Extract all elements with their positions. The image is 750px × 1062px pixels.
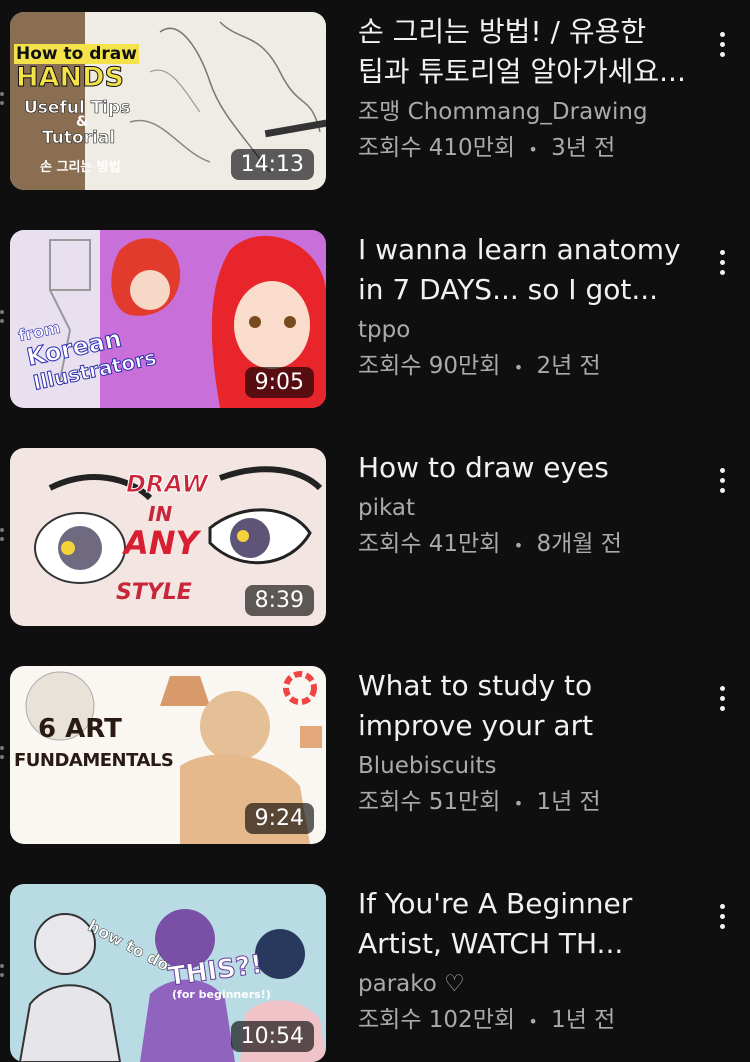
view-count: 조회수 41만회 <box>358 531 501 557</box>
video-stats: 조회수 51만회 • 1년 전 <box>358 784 698 822</box>
video-stats: 조회수 41만회 • 8개월 전 <box>358 526 698 564</box>
drag-handle-icon[interactable] <box>0 92 4 110</box>
upload-age: 3년 전 <box>551 135 616 161</box>
view-count: 조회수 410만회 <box>358 135 516 161</box>
drag-handle-icon[interactable] <box>0 746 4 764</box>
channel-name[interactable]: pikat <box>358 490 698 526</box>
thumbnail-text-5: Tutorial <box>42 128 116 149</box>
video-item[interactable]: 6 ART FUNDAMENTALS 9:24 What to study to… <box>0 666 750 846</box>
thumbnail-text-3: (for beginners!) <box>172 988 271 1001</box>
video-thumbnail[interactable]: from Korean Illustrators 9:05 <box>10 230 326 408</box>
video-duration: 10:54 <box>230 1021 314 1052</box>
thumbnail-text-2: FUNDAMENTALS <box>14 750 174 771</box>
video-thumbnail[interactable]: How to draw HANDS Useful Tips & Tutorial… <box>10 12 326 190</box>
video-title[interactable]: What to study to improve your art <box>358 666 698 746</box>
more-options-icon[interactable] <box>710 460 734 500</box>
more-options-icon[interactable] <box>710 678 734 718</box>
separator-dot: • <box>513 536 524 555</box>
channel-name[interactable]: 조맹 Chommang_Drawing <box>358 94 698 130</box>
drag-handle-icon[interactable] <box>0 528 4 546</box>
upload-age: 1년 전 <box>551 1007 616 1033</box>
thumbnail-text-4: STYLE <box>116 580 192 605</box>
video-duration: 9:24 <box>244 803 314 834</box>
video-meta: How to draw eyes pikat 조회수 41만회 • 8개월 전 <box>358 448 698 564</box>
thumbnail-text-2: IN <box>148 502 173 526</box>
view-count: 조회수 90만회 <box>358 353 501 379</box>
thumbnail-text-3: ANY <box>124 524 199 562</box>
video-item[interactable]: from Korean Illustrators 9:05 I wanna le… <box>0 230 750 410</box>
video-meta: I wanna learn anatomy in 7 DAYS... so I … <box>358 230 698 386</box>
separator-dot: • <box>513 794 524 813</box>
video-duration: 9:05 <box>244 367 314 398</box>
more-options-icon[interactable] <box>710 896 734 936</box>
video-duration: 8:39 <box>244 585 314 616</box>
channel-name[interactable]: tppo <box>358 312 698 348</box>
thumbnail-text-6: 손 그리는 방법 <box>40 160 121 175</box>
thumbnail-text-1: How to draw <box>14 44 139 64</box>
video-item[interactable]: How to draw HANDS Useful Tips & Tutorial… <box>0 12 750 192</box>
drag-handle-icon[interactable] <box>0 964 4 982</box>
drag-handle-icon[interactable] <box>0 310 4 328</box>
video-stats: 조회수 410만회 • 3년 전 <box>358 130 698 168</box>
upload-age: 8개월 전 <box>536 531 622 557</box>
more-options-icon[interactable] <box>710 242 734 282</box>
video-meta: What to study to improve your art Bluebi… <box>358 666 698 822</box>
channel-name[interactable]: parako ♡ <box>358 966 698 1002</box>
video-title[interactable]: If You're A Beginner Artist, WATCH TH... <box>358 884 698 964</box>
thumbnail-text-1: DRAW <box>125 470 209 499</box>
channel-name[interactable]: Bluebiscuits <box>358 748 698 784</box>
thumbnail-text-1: 6 ART <box>38 714 122 744</box>
upload-age: 2년 전 <box>536 353 601 379</box>
video-title[interactable]: How to draw eyes <box>358 448 698 488</box>
separator-dot: • <box>513 358 524 377</box>
video-thumbnail[interactable]: 6 ART FUNDAMENTALS 9:24 <box>10 666 326 844</box>
video-meta: 손 그리는 방법! / 유용한 팁과 튜토리얼 알아가세요... 조맹 Chom… <box>358 12 698 168</box>
video-thumbnail[interactable]: DRAW IN ANY STYLE 8:39 <box>10 448 326 626</box>
separator-dot: • <box>528 1012 538 1031</box>
more-options-icon[interactable] <box>710 24 734 64</box>
upload-age: 1년 전 <box>536 789 601 815</box>
view-count: 조회수 51만회 <box>358 789 501 815</box>
video-title[interactable]: 손 그리는 방법! / 유용한 팁과 튜토리얼 알아가세요... <box>358 12 698 92</box>
separator-dot: • <box>528 140 538 159</box>
thumbnail-text-2: HANDS <box>16 62 125 94</box>
video-item[interactable]: how to do THIS?! (for beginners!) 10:54 … <box>0 884 750 1062</box>
video-title[interactable]: I wanna learn anatomy in 7 DAYS... so I … <box>358 230 698 310</box>
video-meta: If You're A Beginner Artist, WATCH TH...… <box>358 884 698 1040</box>
view-count: 조회수 102만회 <box>358 1007 516 1033</box>
video-duration: 14:13 <box>230 149 314 180</box>
video-item[interactable]: DRAW IN ANY STYLE 8:39 How to draw eyes … <box>0 448 750 628</box>
video-stats: 조회수 90만회 • 2년 전 <box>358 348 698 386</box>
video-stats: 조회수 102만회 • 1년 전 <box>358 1002 698 1040</box>
video-thumbnail[interactable]: how to do THIS?! (for beginners!) 10:54 <box>10 884 326 1062</box>
